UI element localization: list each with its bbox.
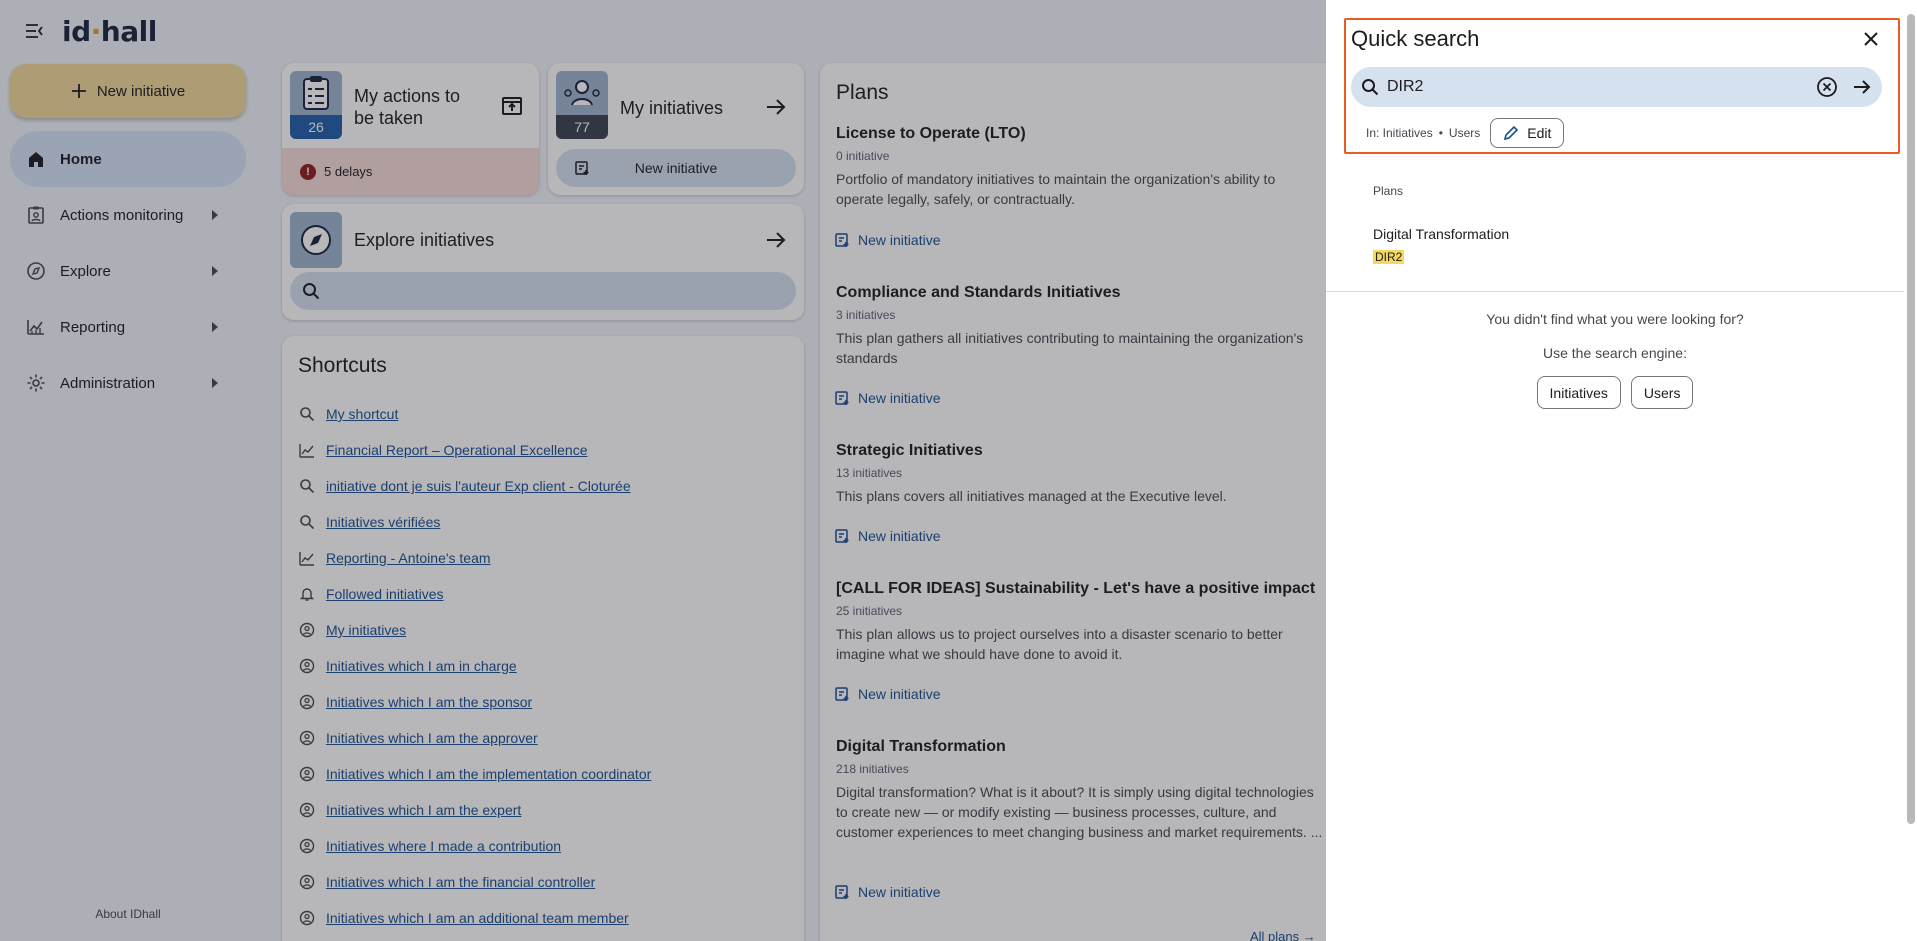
scrollbar[interactable] <box>1907 14 1915 824</box>
engine-users-button[interactable]: Users <box>1630 376 1694 409</box>
close-button[interactable] <box>1858 26 1884 52</box>
results-section-label: Plans <box>1373 184 1404 198</box>
scope-initiatives: In: Initiatives <box>1366 126 1433 140</box>
use-engine-text: Use the search engine: <box>1543 345 1687 361</box>
close-icon <box>1864 32 1878 46</box>
search-engine-buttons: Initiatives Users <box>1326 376 1904 409</box>
not-found-text: You didn't find what you were looking fo… <box>1486 311 1744 327</box>
quick-search-bar <box>1351 67 1882 107</box>
scope-users: Users <box>1448 126 1481 140</box>
quick-search-input[interactable] <box>1387 78 1816 96</box>
clear-circle-icon[interactable] <box>1816 76 1838 98</box>
search-result-item[interactable]: Digital Transformation DIR2 <box>1373 226 1509 266</box>
search-icon <box>1362 79 1379 96</box>
result-code: DIR2 <box>1373 250 1405 264</box>
modal-scrim[interactable] <box>0 0 1326 941</box>
arrow-right-icon[interactable] <box>1852 77 1872 97</box>
quick-search-title: Quick search <box>1351 26 1480 51</box>
pencil-icon <box>1504 125 1519 141</box>
quick-search-panel: Quick search In: Initiatives • Users Edi… <box>1326 0 1917 941</box>
divider <box>1326 291 1904 292</box>
scope-separator: • <box>1438 126 1443 140</box>
engine-initiatives-button[interactable]: Initiatives <box>1536 376 1621 409</box>
result-name: Digital Transformation <box>1373 226 1510 242</box>
search-scope: In: Initiatives • Users Edit <box>1366 118 1565 148</box>
edit-scope-button[interactable]: Edit <box>1490 118 1565 148</box>
